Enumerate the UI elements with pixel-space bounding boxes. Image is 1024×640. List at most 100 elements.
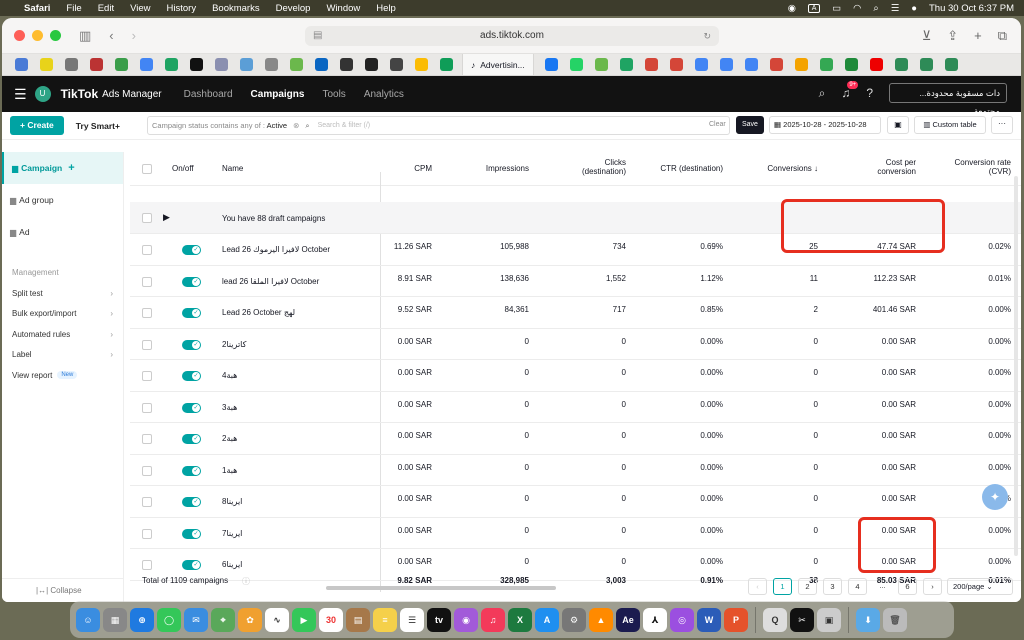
bookmark-favicon-icon[interactable] [165, 58, 178, 71]
powerpoint-icon[interactable]: P [724, 607, 748, 632]
table-row[interactable]: هبة4 0.00 SAR 0 0 0.00% 0 0.00 SAR 0.00% [130, 360, 1021, 392]
bookmark-favicon-icon[interactable] [894, 58, 908, 71]
chart-toggle-icon[interactable]: ▣ [887, 116, 909, 134]
info-icon[interactable]: ⓘ [242, 576, 250, 587]
col-ctr[interactable]: CTR (destination) [660, 164, 723, 173]
battery-icon[interactable]: ▭ [832, 3, 841, 14]
expand-icon[interactable]: ▶ [163, 212, 170, 223]
bookmark-favicon-icon[interactable] [719, 58, 733, 71]
contacts-icon[interactable]: ▤ [346, 607, 370, 632]
remove-filter-icon[interactable]: ⊗ [293, 121, 299, 130]
freeform-icon[interactable]: ∿ [265, 607, 289, 632]
reload-icon[interactable]: ↻ [703, 26, 711, 46]
table-row[interactable]: هبة2 0.00 SAR 0 0 0.00% 0 0.00 SAR 0.00% [130, 423, 1021, 455]
bookmark-favicon-icon[interactable] [15, 58, 28, 71]
table-row[interactable]: ايرينا80.00 SAR000.00%00.00 SAR0.00% [130, 486, 1021, 518]
capcut-icon[interactable]: ✂ [790, 607, 814, 632]
app-store-icon[interactable]: A [535, 607, 559, 632]
sidebar-item-ad-group[interactable]: ▆ Ad group [2, 184, 123, 216]
status-toggle[interactable] [182, 371, 201, 381]
menu-file[interactable]: File [66, 3, 81, 14]
campaign-name[interactable]: Lead 26 لافيرا اليرموك October [222, 245, 330, 254]
status-toggle[interactable] [182, 339, 201, 350]
menu-history[interactable]: History [167, 3, 197, 14]
status-toggle[interactable] [182, 434, 201, 444]
vertical-scrollbar[interactable] [1014, 176, 1018, 556]
status-toggle[interactable] [182, 402, 201, 413]
horizontal-scrollbar[interactable] [326, 586, 556, 590]
avatar[interactable]: U [34, 86, 51, 102]
control-center-icon[interactable]: ☰ [891, 3, 900, 14]
tiktok-logo[interactable]: TikTok [61, 87, 99, 101]
nav-tools[interactable]: Tools [322, 89, 345, 100]
campaign-name[interactable]: هبة2 [222, 434, 237, 443]
menu-app[interactable]: Safari [24, 3, 50, 14]
search-filter-input[interactable]: Campaign status contains any of : Active… [147, 116, 730, 135]
campaign-name[interactable]: ايرينا7 [222, 529, 242, 538]
campaign-name[interactable]: هبة4 [222, 371, 237, 380]
row-checkbox[interactable] [142, 245, 152, 255]
table-row[interactable]: كاترينا2 0.00 SAR 0 0 0.00% 0 0.00 SAR 0.00% [130, 329, 1021, 360]
menu-edit[interactable]: Edit [98, 3, 114, 14]
row-checkbox[interactable] [142, 497, 152, 507]
col-clicks[interactable]: Clicks [605, 158, 626, 167]
campaign-name[interactable]: ايرينا8 [222, 497, 242, 506]
status-toggle[interactable] [182, 465, 201, 476]
table-row[interactable]: Lead 26 October لهج 9.52 SAR 84,361 717 0.85… [130, 297, 1021, 329]
status-toggle[interactable] [182, 560, 201, 570]
bookmark-favicon-icon[interactable] [265, 58, 278, 71]
tab-overview-icon[interactable]: ⧉ [998, 28, 1007, 44]
maps-icon[interactable]: ⌖ [211, 607, 235, 632]
bookmark-favicon-icon[interactable] [594, 58, 608, 71]
after-effects-icon[interactable]: Ae [616, 607, 640, 632]
close-window-button[interactable] [14, 30, 25, 41]
filter-chip[interactable]: Campaign status contains any of : Active [152, 121, 287, 130]
word-icon[interactable]: W [697, 607, 721, 632]
col-cvr[interactable]: Conversion rate [955, 158, 1011, 167]
bookmark-favicon-icon[interactable] [644, 58, 658, 71]
try-smart-button[interactable]: Try Smart+ [76, 121, 120, 131]
sidebar-item-split-test[interactable]: Split test › [2, 283, 123, 304]
campaign-name[interactable]: Lead 26 October لهج [222, 308, 295, 317]
messages-icon[interactable]: ◯ [157, 607, 181, 632]
bookmark-favicon-icon[interactable] [919, 58, 933, 71]
campaign-name[interactable]: هبة1 [222, 466, 237, 475]
bookmark-favicon-icon[interactable] [390, 58, 403, 71]
menu-help[interactable]: Help [376, 3, 396, 14]
apple-tv-icon[interactable]: tv [427, 607, 451, 632]
bookmark-favicon-icon[interactable] [819, 58, 833, 71]
sidebar-item-automated-rules[interactable]: Automated rules › [2, 324, 123, 345]
acrobat-icon[interactable]: ⅄ [643, 607, 667, 632]
back-icon[interactable]: ‹ [109, 28, 113, 43]
bookmark-favicon-icon[interactable] [944, 58, 958, 71]
nav-analytics[interactable]: Analytics [364, 89, 404, 100]
downloads-folder-icon[interactable]: ⬇ [856, 607, 880, 632]
campaign-name[interactable]: lead 26 لافيرا الملقا October [222, 277, 319, 286]
bookmark-favicon-icon[interactable] [240, 58, 253, 71]
bookmark-favicon-icon[interactable] [669, 58, 683, 71]
more-options-button[interactable]: ··· [991, 116, 1013, 134]
menu-view[interactable]: View [130, 3, 150, 14]
page-3-button[interactable]: 3 [823, 578, 842, 595]
assistant-sparkle-icon[interactable]: ✦ [982, 484, 1008, 510]
music-icon[interactable]: ♫ [481, 607, 505, 632]
row-checkbox[interactable] [142, 339, 152, 350]
row-checkbox[interactable] [142, 560, 152, 570]
menu-develop[interactable]: Develop [276, 3, 311, 14]
tab-tiktok-ads[interactable]: ♪ Advertisin... [462, 54, 534, 75]
row-checkbox[interactable] [142, 402, 152, 413]
bookmark-favicon-icon[interactable] [440, 58, 453, 71]
minimize-window-button[interactable] [32, 30, 43, 41]
bookmark-favicon-icon[interactable] [619, 58, 633, 71]
bookmark-favicon-icon[interactable] [744, 58, 758, 71]
status-toggle[interactable] [182, 528, 201, 539]
finder-icon[interactable]: ☺ [76, 607, 100, 632]
sidebar-item-ad[interactable]: ▆ Ad [2, 216, 123, 248]
bookmark-favicon-icon[interactable] [215, 58, 228, 71]
col-impressions[interactable]: Impressions [486, 164, 529, 173]
messenger-icon[interactable]: ◎ [670, 607, 694, 632]
wifi-icon[interactable]: ◠ [853, 3, 861, 14]
bookmark-favicon-icon[interactable] [140, 58, 153, 71]
row-checkbox[interactable] [142, 528, 152, 539]
bookmark-favicon-icon[interactable] [340, 58, 353, 71]
